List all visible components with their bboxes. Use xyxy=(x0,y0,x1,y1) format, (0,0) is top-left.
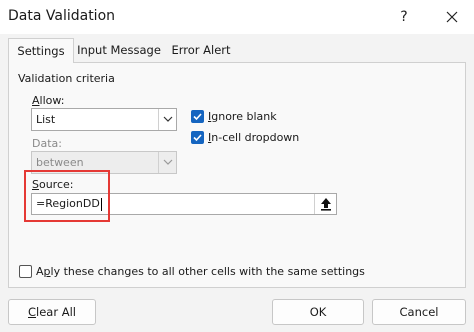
chevron-down-icon xyxy=(158,152,176,173)
dialog-title: Data Validation xyxy=(8,8,116,24)
tab-label: Settings xyxy=(17,44,65,58)
chevron-down-icon xyxy=(158,109,176,130)
data-value: between xyxy=(36,156,84,169)
tab-label: Error Alert xyxy=(171,43,231,57)
allow-label: Allow: xyxy=(32,94,65,107)
apply-all-label: Aply these changes to all other cells wi… xyxy=(36,265,365,278)
title-bar: Data Validation ? xyxy=(0,0,474,34)
close-button[interactable] xyxy=(440,6,464,28)
collapse-dialog-button[interactable] xyxy=(314,194,336,214)
ok-button[interactable]: OK xyxy=(272,299,364,325)
ignore-blank-label: Ignore blank xyxy=(208,110,277,123)
data-label: Data: xyxy=(32,137,62,150)
in-cell-dropdown-label: In-cell dropdown xyxy=(208,131,300,144)
tab-error-alert[interactable]: Error Alert xyxy=(168,40,234,62)
tab-label: Input Message xyxy=(77,43,161,57)
highlight-annotation xyxy=(24,170,110,222)
in-cell-dropdown-checkbox[interactable] xyxy=(191,131,204,144)
ignore-blank-checkbox[interactable] xyxy=(191,110,204,123)
tab-input-message[interactable]: Input Message xyxy=(76,40,162,62)
upload-arrow-icon xyxy=(321,198,331,211)
allow-dropdown[interactable]: List xyxy=(31,108,177,131)
close-icon xyxy=(446,11,458,23)
clear-all-button[interactable]: Clear All xyxy=(8,299,96,325)
allow-value: List xyxy=(36,113,56,126)
apply-all-checkbox[interactable] xyxy=(19,265,32,278)
checkmark-icon xyxy=(193,134,202,142)
section-title: Validation criteria xyxy=(18,72,115,85)
cancel-button[interactable]: Cancel xyxy=(372,299,466,325)
checkmark-icon xyxy=(193,113,202,121)
tab-settings[interactable]: Settings xyxy=(8,38,74,63)
help-button[interactable]: ? xyxy=(392,6,416,28)
